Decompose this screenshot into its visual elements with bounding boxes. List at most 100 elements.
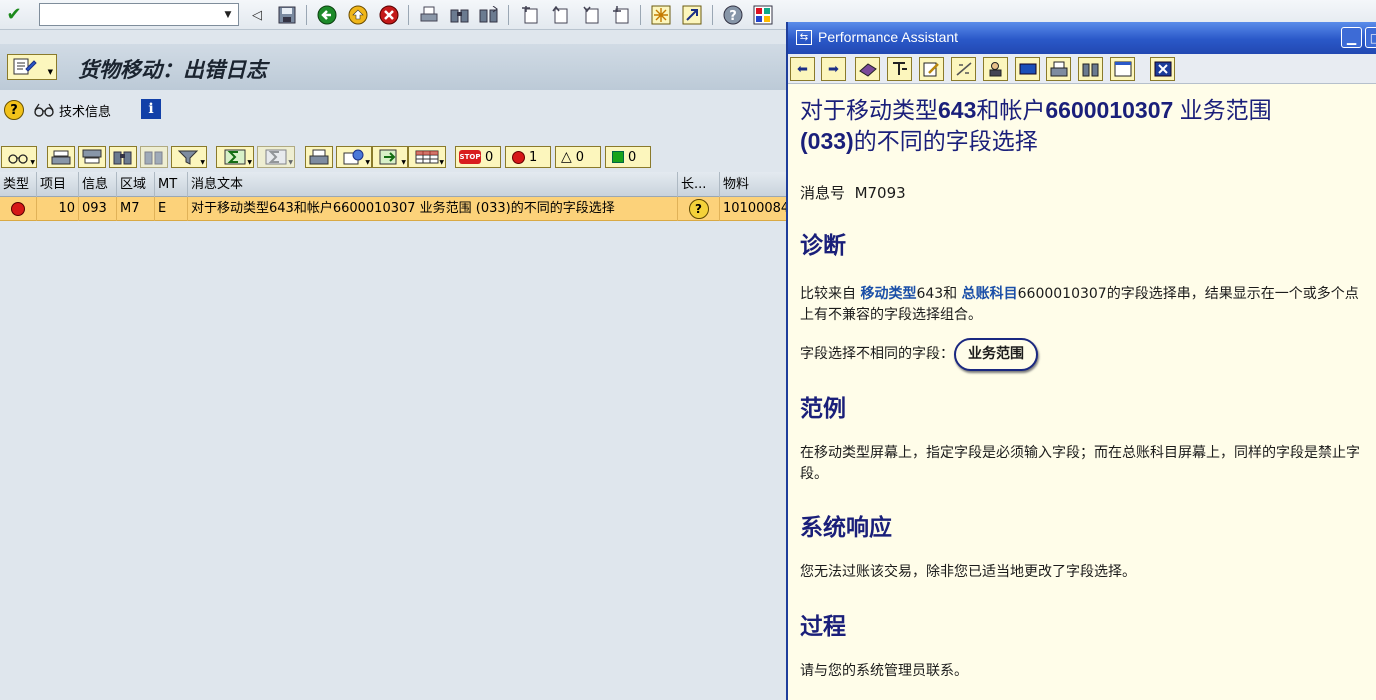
find-icon[interactable] — [449, 4, 471, 26]
example-text: 在移动类型屏幕上，指定字段是必须输入字段；而在总账科目屏幕上，同样的字段是禁止字… — [800, 445, 1360, 482]
link-icon[interactable] — [951, 57, 976, 81]
glasses-icon — [34, 103, 54, 117]
sum-button[interactable]: ▼ — [216, 146, 254, 168]
diagnosis-text: 比较来自 移动类型643和 总账科目6600010307的字段选择串，结果显示在… — [800, 284, 1370, 326]
help-icon[interactable]: ? — [722, 4, 744, 26]
prev-page-icon[interactable] — [549, 4, 571, 26]
views-button[interactable]: ▼ — [336, 146, 372, 168]
info-icon[interactable]: i — [141, 99, 161, 119]
export-button[interactable]: ▼ — [372, 146, 408, 168]
back-green-icon[interactable] — [316, 4, 338, 26]
title-bar: ▼ 货物移动：出错日志 — [0, 44, 800, 90]
print-preview-button[interactable] — [305, 146, 333, 168]
maximize-icon[interactable]: □ — [1365, 27, 1376, 48]
glasses-icon — [8, 154, 28, 164]
details-button[interactable]: ▼ — [1, 146, 37, 168]
type-cell — [0, 197, 37, 221]
column-header-info[interactable]: 信息 — [79, 172, 117, 197]
user-icon[interactable] — [983, 57, 1008, 81]
enter-icon[interactable]: ✔ — [3, 4, 25, 26]
field-difference-line: 字段选择不相同的字段： 业务范围 — [800, 338, 1370, 371]
new-session-icon[interactable] — [650, 4, 672, 26]
print-icon[interactable] — [418, 4, 440, 26]
layout-icon[interactable] — [752, 4, 774, 26]
error-count-button[interactable]: 1 — [505, 146, 551, 168]
window-titlebar: ⇆ Performance Assistant ▁ □ — [788, 22, 1376, 54]
column-header-mt[interactable]: MT — [155, 172, 188, 197]
movement-type-link[interactable]: 移动类型 — [860, 286, 916, 302]
minimize-icon[interactable]: ▁ — [1341, 27, 1362, 48]
separator — [640, 5, 641, 25]
find-icon[interactable] — [1078, 57, 1103, 81]
shortcut-icon[interactable] — [681, 4, 703, 26]
filter-button[interactable]: ▼ — [171, 146, 207, 168]
layout-button[interactable]: ▼ — [408, 146, 446, 168]
table-row[interactable]: 10 093 M7 E 对于移动类型643和帐户6600010307 业务范围 … — [0, 197, 790, 221]
long-text-cell[interactable]: ? — [678, 197, 720, 221]
column-header-message-text[interactable]: 消息文本 — [188, 172, 678, 197]
last-page-icon[interactable] — [610, 4, 632, 26]
message-text-cell[interactable]: 对于移动类型643和帐户6600010307 业务范围 (033)的不同的字段选… — [188, 197, 678, 221]
sort-descending-icon — [82, 149, 102, 164]
success-icon — [612, 151, 624, 163]
section-heading-diagnosis: 诊断 — [800, 232, 846, 258]
exit-icon[interactable] — [347, 4, 369, 26]
forward-arrow-icon[interactable]: ➡ — [821, 57, 846, 81]
heading-part: 对于移动类型 — [800, 97, 938, 123]
find-next-icon[interactable] — [478, 4, 500, 26]
long-text-icon[interactable]: ? — [688, 199, 709, 219]
technical-info-button[interactable]: 技术信息 — [33, 99, 111, 121]
document-blue-icon[interactable] — [1015, 57, 1040, 81]
column-header-type[interactable]: 类型 — [0, 172, 37, 197]
chevron-down-icon[interactable]: ▼ — [220, 6, 236, 23]
page-title: 货物移动：出错日志 — [78, 57, 267, 82]
subtotal-icon — [265, 149, 287, 165]
error-count: 1 — [529, 149, 538, 165]
column-header-area[interactable]: 区域 — [117, 172, 155, 197]
close-icon[interactable] — [1150, 57, 1175, 81]
find-button[interactable] — [109, 146, 137, 168]
find-next-button[interactable] — [140, 146, 168, 168]
layout-grid-icon — [415, 150, 439, 164]
heading-part: 的不同的字段选择 — [853, 128, 1038, 154]
success-count: 0 — [628, 149, 637, 165]
column-header-item[interactable]: 项目 — [37, 172, 79, 197]
separator — [408, 5, 409, 25]
success-count-button[interactable]: 0 — [605, 146, 651, 168]
stop-count: 0 — [485, 149, 494, 165]
cancel-icon[interactable] — [378, 4, 400, 26]
save-icon[interactable] — [276, 4, 298, 26]
command-field[interactable]: ▼ — [39, 3, 239, 26]
window-title: Performance Assistant — [818, 29, 959, 45]
gl-account-link[interactable]: 总账科目 — [962, 286, 1018, 302]
edit-icon[interactable] — [919, 57, 944, 81]
next-page-icon[interactable] — [580, 4, 602, 26]
first-page-icon[interactable] — [519, 4, 541, 26]
question-icon[interactable]: ? — [4, 100, 24, 120]
book-icon[interactable] — [855, 57, 880, 81]
warning-icon: △ — [561, 149, 572, 165]
back-arrow-icon[interactable]: ◁ — [246, 4, 268, 26]
message-number-line: 消息号 M7093 — [800, 183, 1370, 204]
message-heading: 对于移动类型643和帐户6600010307 业务范围 (033)的不同的字段选… — [800, 95, 1360, 157]
sort-ascending-button[interactable] — [47, 146, 75, 168]
stop-count-button[interactable]: STOP 0 — [455, 146, 501, 168]
warning-count: 0 — [575, 149, 585, 165]
column-header-long-text[interactable]: 长... — [678, 172, 720, 197]
column-header-material[interactable]: 物料 — [720, 172, 790, 197]
heading-part: 643 — [938, 97, 977, 123]
warning-count-button[interactable]: △ 0 — [555, 146, 601, 168]
sum-icon — [224, 149, 246, 165]
separator — [712, 5, 713, 25]
technical-info-icon[interactable] — [887, 57, 912, 81]
menu-button[interactable]: ▼ — [7, 54, 57, 80]
subtotal-button[interactable]: ▼ — [257, 146, 295, 168]
section-heading-system-response: 系统响应 — [800, 514, 892, 540]
material-cell: 101000840 — [720, 197, 790, 221]
menu-icon — [13, 58, 37, 75]
dropdown-arrow-icon: ▼ — [401, 159, 406, 166]
print-icon[interactable] — [1046, 57, 1071, 81]
sort-descending-button[interactable] — [78, 146, 106, 168]
back-arrow-icon[interactable]: ⬅ — [790, 57, 815, 81]
new-window-icon[interactable] — [1110, 57, 1135, 81]
